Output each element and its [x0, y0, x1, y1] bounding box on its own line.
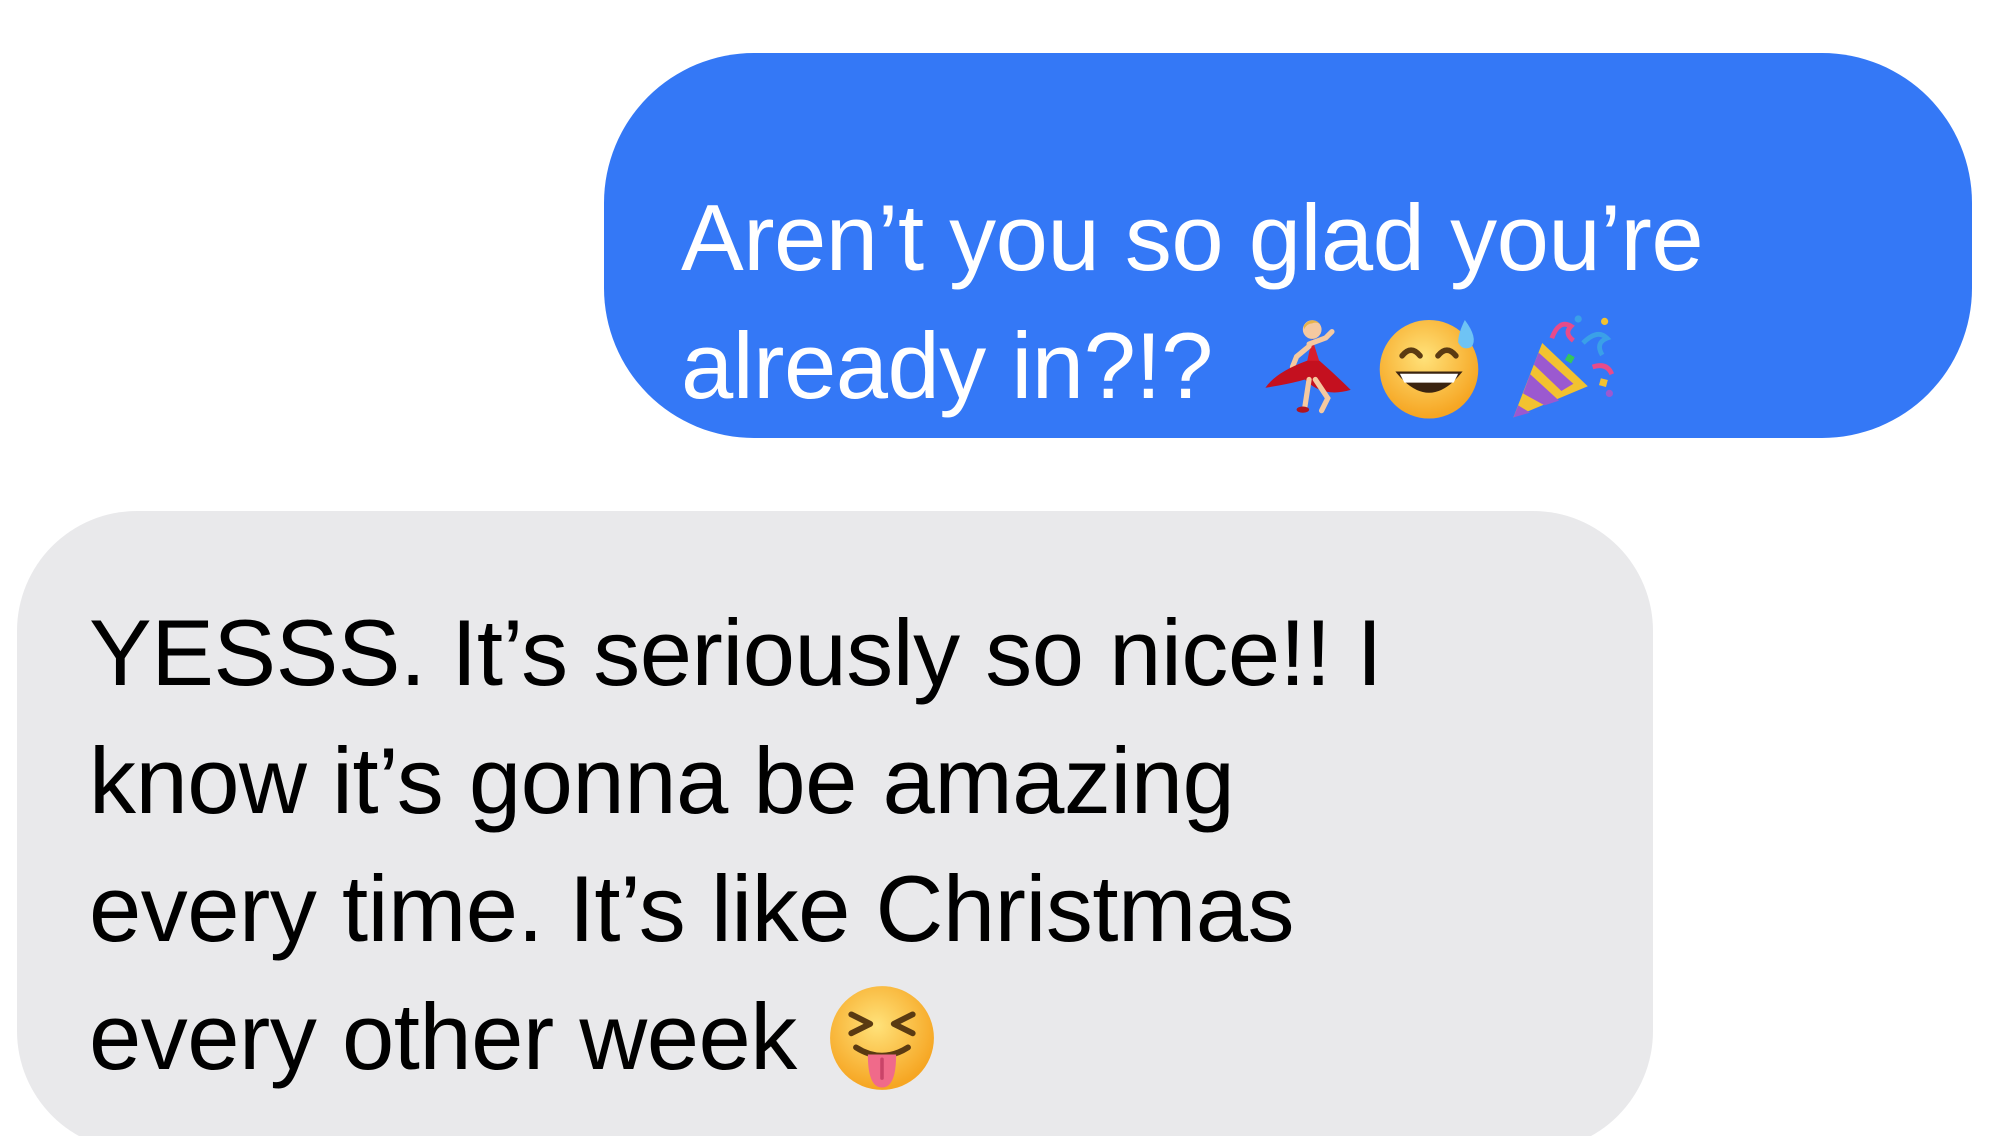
message-text-line: know it’s gonna be amazing: [89, 728, 1235, 833]
received-message-bubble[interactable]: YESSS. It’s seriously so nice!! I know i…: [17, 511, 1653, 1136]
squinting-tongue-emoji: [823, 979, 941, 1097]
message-text-line: every time. It’s like Christmas: [89, 856, 1295, 961]
message-text-line: Aren’t you so glad you’re: [681, 185, 1704, 290]
message-text-line: every other week: [89, 973, 1613, 1103]
message-thread: Aren’t you so glad you’re already in?!?: [0, 0, 2004, 1136]
message-text: every other week: [89, 984, 797, 1089]
grinning-sweat-emoji: [1373, 311, 1485, 423]
message-text: already in?!?: [681, 313, 1213, 418]
dancer-emoji: [1255, 315, 1359, 419]
sent-message-bubble[interactable]: Aren’t you so glad you’re already in?!?: [604, 53, 1972, 438]
message-text-line: already in?!?: [681, 302, 1932, 433]
party-popper-emoji: [1499, 307, 1619, 427]
message-text-line: YESSS. It’s seriously so nice!! I: [89, 600, 1383, 705]
